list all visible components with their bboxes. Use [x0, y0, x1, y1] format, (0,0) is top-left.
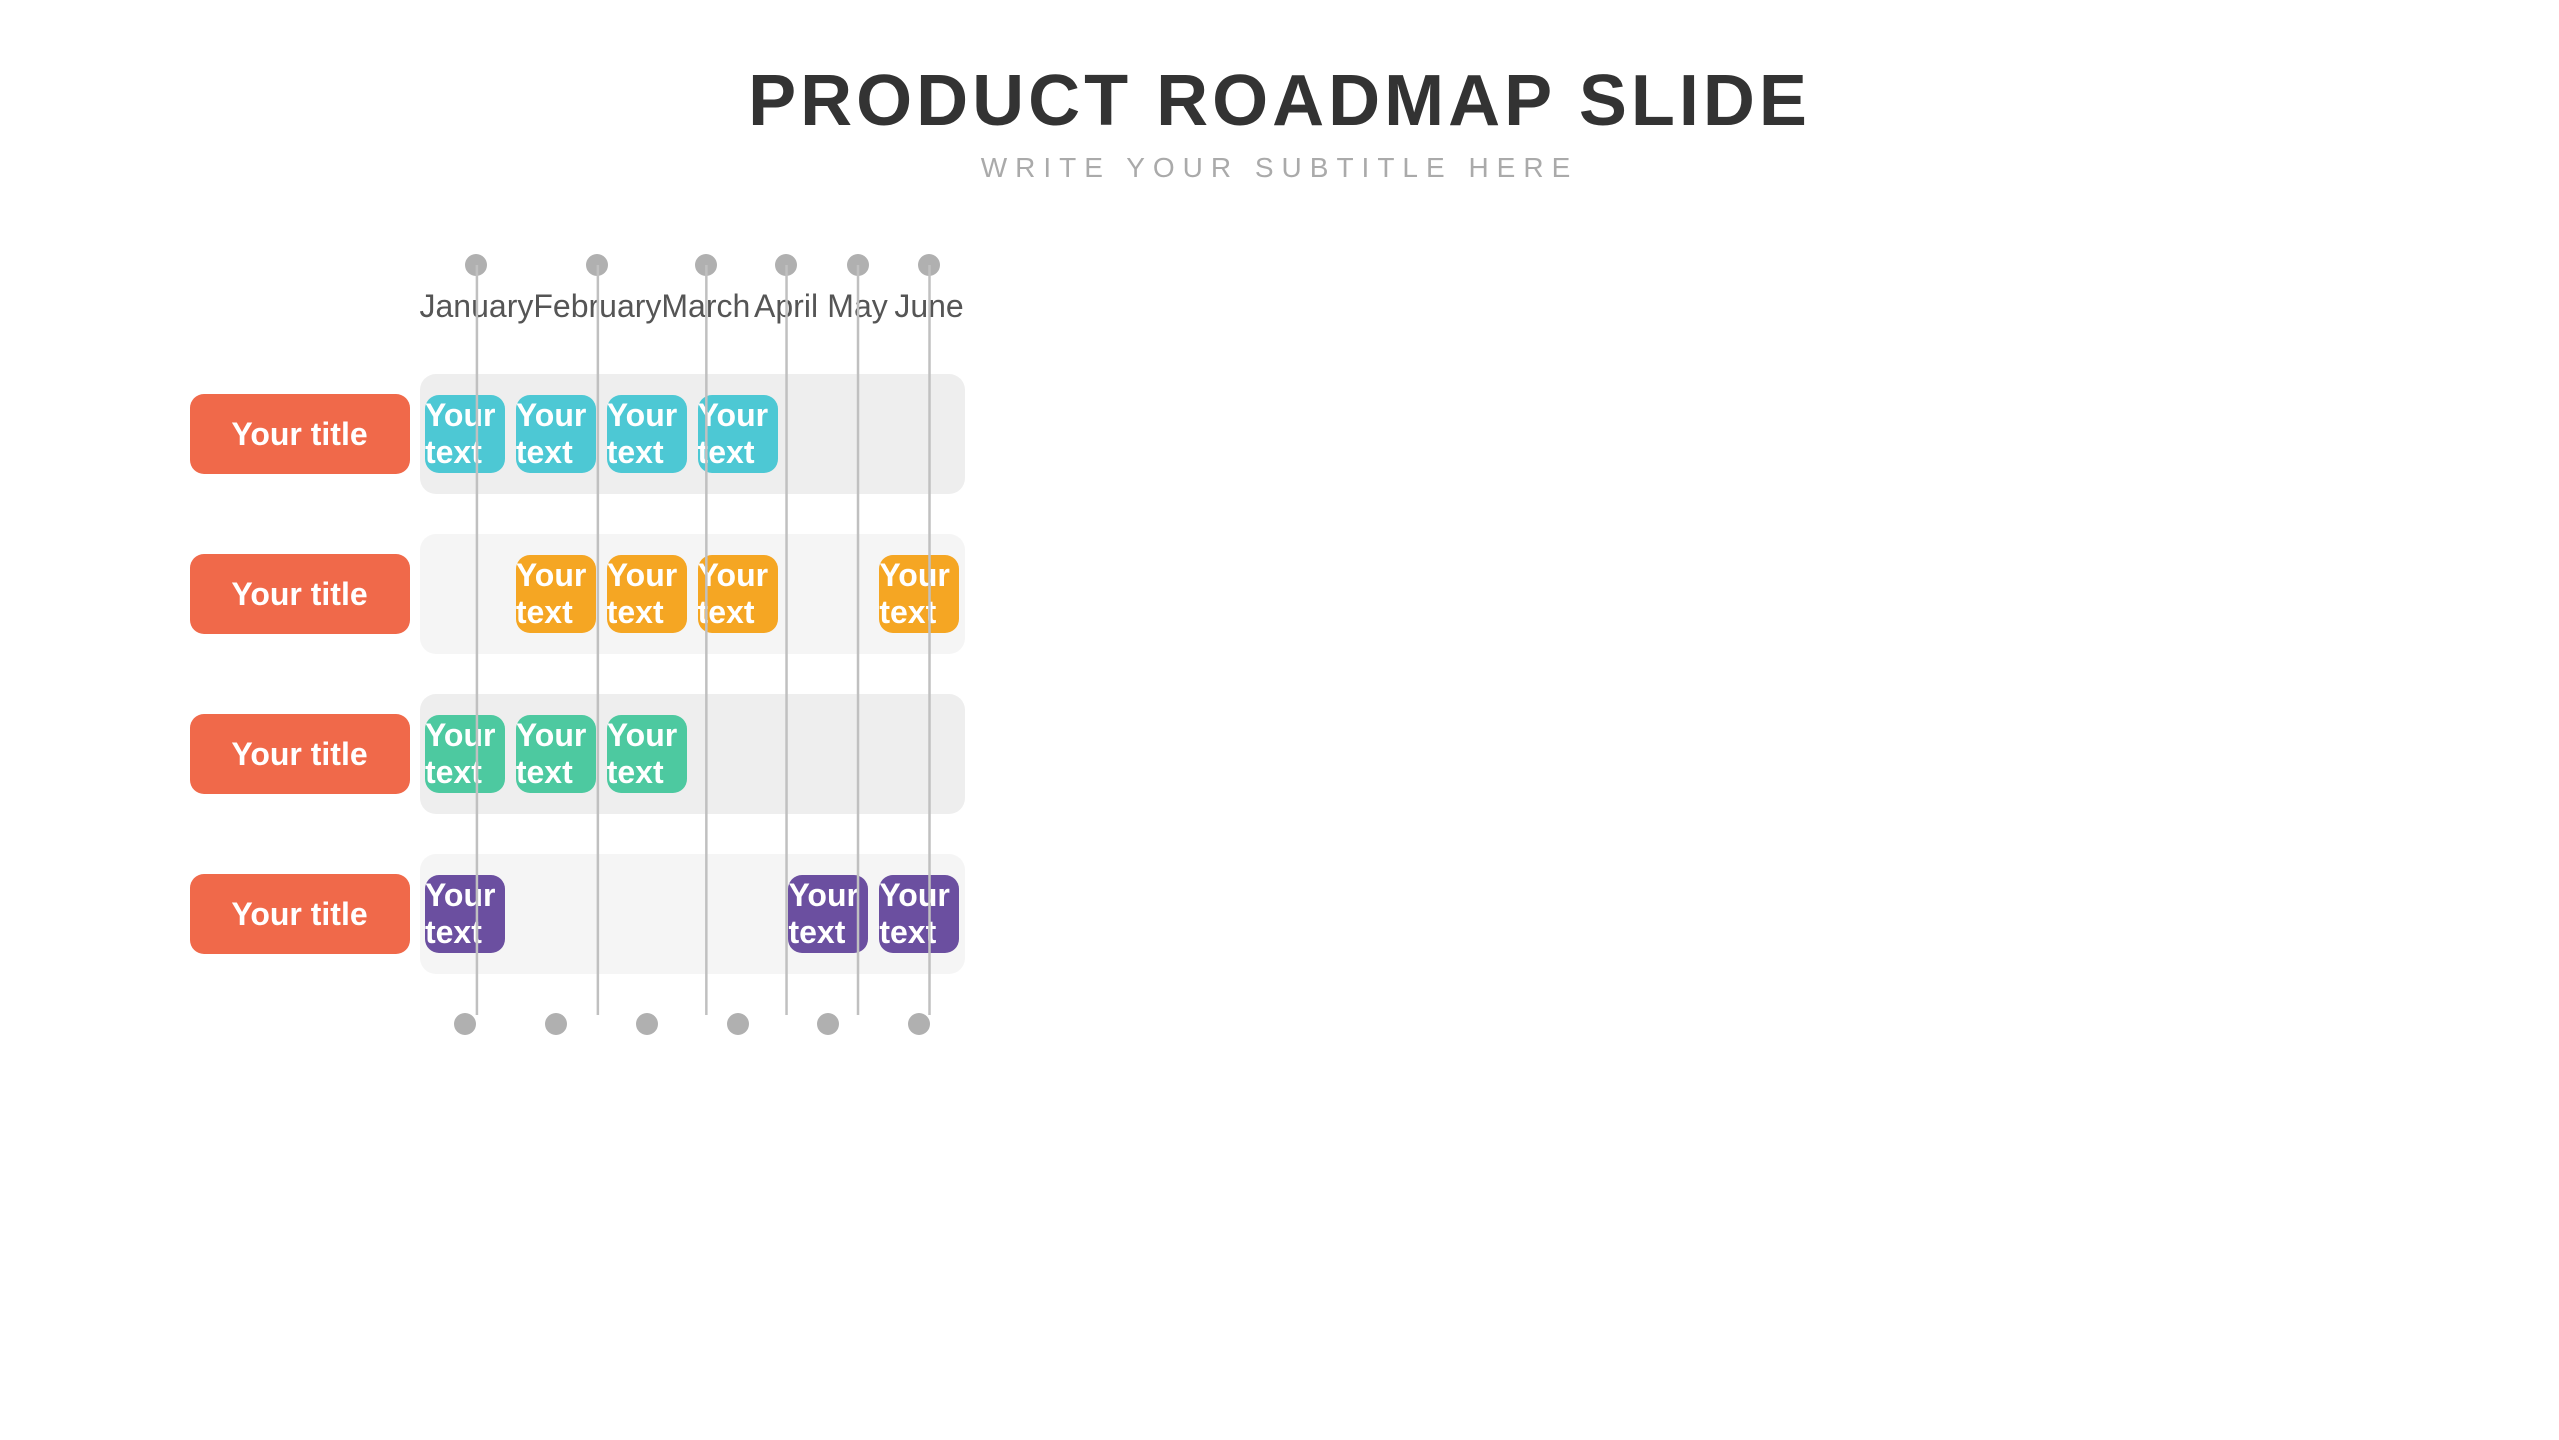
cell-r3-c4: [692, 694, 783, 814]
bottom-dot-col-4: [692, 1004, 783, 1044]
text-btn-r3-c3[interactable]: Your text: [607, 715, 687, 793]
cell-r1-c1: Your text: [420, 374, 511, 494]
text-btn-r2-c6[interactable]: Your text: [879, 555, 959, 633]
text-btn-r2-c4[interactable]: Your text: [698, 555, 778, 633]
month-label-january: January: [420, 288, 534, 325]
label-button-4[interactable]: Your title: [190, 874, 410, 954]
text-btn-r3-c2[interactable]: Your text: [516, 715, 596, 793]
cell-r4-c2: [510, 854, 601, 974]
labels-column: Your title Your title Your title Your title: [180, 244, 420, 994]
grid-wrapper: JanuaryFebruaryMarchAprilMayJuneYour tex…: [420, 244, 965, 1044]
month-label-march: March: [661, 288, 750, 325]
month-col-may: May: [822, 244, 893, 354]
text-btn-r3-c1[interactable]: Your text: [425, 715, 505, 793]
row-label-3: Your title: [180, 674, 420, 834]
cell-r2-c3: Your text: [601, 534, 692, 654]
row-bg-1: Your textYour textYour textYour text: [420, 374, 965, 494]
bottom-dot-3: [636, 1013, 658, 1035]
month-col-june: June: [893, 244, 964, 354]
months-row: JanuaryFebruaryMarchAprilMayJune: [420, 244, 965, 354]
cell-r3-c2: Your text: [510, 694, 601, 814]
bottom-dot-col-6: [874, 1004, 965, 1044]
bottom-dot-6: [908, 1013, 930, 1035]
label-button-1[interactable]: Your title: [190, 394, 410, 474]
month-dot-march: [695, 254, 717, 276]
text-btn-r2-c2[interactable]: Your text: [516, 555, 596, 633]
text-btn-r1-c3[interactable]: Your text: [607, 395, 687, 473]
row-label-2: Your title: [180, 514, 420, 674]
text-btn-r4-c5[interactable]: Your text: [788, 875, 868, 953]
row-bg-3: Your textYour textYour text: [420, 694, 965, 814]
data-row-3: Your textYour textYour text: [420, 674, 965, 834]
bottom-dot-col-2: [510, 1004, 601, 1044]
month-label-june: June: [894, 288, 963, 325]
bottom-dot-2: [545, 1013, 567, 1035]
month-col-january: January: [420, 244, 534, 354]
text-btn-r4-c6[interactable]: Your text: [879, 875, 959, 953]
cell-r4-c3: [601, 854, 692, 974]
text-btn-r2-c3[interactable]: Your text: [607, 555, 687, 633]
row-bg-2: Your textYour textYour textYour text: [420, 534, 965, 654]
month-dot-june: [918, 254, 940, 276]
main-title: PRODUCT ROADMAP SLIDE: [748, 60, 1811, 142]
cell-r1-c3: Your text: [601, 374, 692, 494]
cell-r4-c1: Your text: [420, 854, 511, 974]
cell-r2-c6: Your text: [874, 534, 965, 654]
cell-r1-c5: [783, 374, 874, 494]
label-button-2[interactable]: Your title: [190, 554, 410, 634]
row-bg-4: Your textYour textYour text: [420, 854, 965, 974]
text-btn-r4-c1[interactable]: Your text: [425, 875, 505, 953]
data-row-2: Your textYour textYour textYour text: [420, 514, 965, 674]
month-dot-january: [465, 254, 487, 276]
cell-r4-c6: Your text: [874, 854, 965, 974]
data-row-1: Your textYour textYour textYour text: [420, 354, 965, 514]
bottom-dot-4: [727, 1013, 749, 1035]
cell-r1-c4: Your text: [692, 374, 783, 494]
cell-r3-c5: [783, 694, 874, 814]
slide-header: PRODUCT ROADMAP SLIDE WRITE YOUR SUBTITL…: [748, 60, 1811, 184]
month-col-march: March: [661, 244, 750, 354]
bottom-dot-5: [817, 1013, 839, 1035]
cell-r2-c4: Your text: [692, 534, 783, 654]
label-button-3[interactable]: Your title: [190, 714, 410, 794]
cell-r3-c1: Your text: [420, 694, 511, 814]
month-dot-february: [586, 254, 608, 276]
month-col-february: February: [533, 244, 661, 354]
month-label-april: April: [754, 288, 818, 325]
bottom-dot-1: [454, 1013, 476, 1035]
row-label-4: Your title: [180, 834, 420, 994]
cell-r4-c4: [692, 854, 783, 974]
text-btn-r1-c1[interactable]: Your text: [425, 395, 505, 473]
month-dot-april: [775, 254, 797, 276]
bottom-dot-col-5: [783, 1004, 874, 1044]
cell-r1-c2: Your text: [510, 374, 601, 494]
cell-r1-c6: [874, 374, 965, 494]
cell-r2-c5: [783, 534, 874, 654]
bottom-dot-col-1: [420, 1004, 511, 1044]
bottom-dot-col-3: [601, 1004, 692, 1044]
cell-r3-c3: Your text: [601, 694, 692, 814]
roadmap-container: Your titleYour titleYour titleYour title…: [180, 244, 2380, 1044]
text-btn-r1-c4[interactable]: Your text: [698, 395, 778, 473]
subtitle: WRITE YOUR SUBTITLE HERE: [748, 152, 1811, 184]
grid-area: JanuaryFebruaryMarchAprilMayJuneYour tex…: [420, 244, 965, 1044]
month-dot-may: [847, 254, 869, 276]
text-btn-r1-c2[interactable]: Your text: [516, 395, 596, 473]
month-col-april: April: [750, 244, 821, 354]
month-label-february: February: [533, 288, 661, 325]
data-rows: Your textYour textYour textYour textYour…: [420, 354, 965, 994]
cell-r2-c2: Your text: [510, 534, 601, 654]
cell-r4-c5: Your text: [783, 854, 874, 974]
bottom-dots-row: [420, 1004, 965, 1044]
row-label-1: Your title: [180, 354, 420, 514]
cell-r3-c6: [874, 694, 965, 814]
month-label-may: May: [827, 288, 887, 325]
data-row-4: Your textYour textYour text: [420, 834, 965, 994]
cell-r2-c1: [420, 534, 511, 654]
